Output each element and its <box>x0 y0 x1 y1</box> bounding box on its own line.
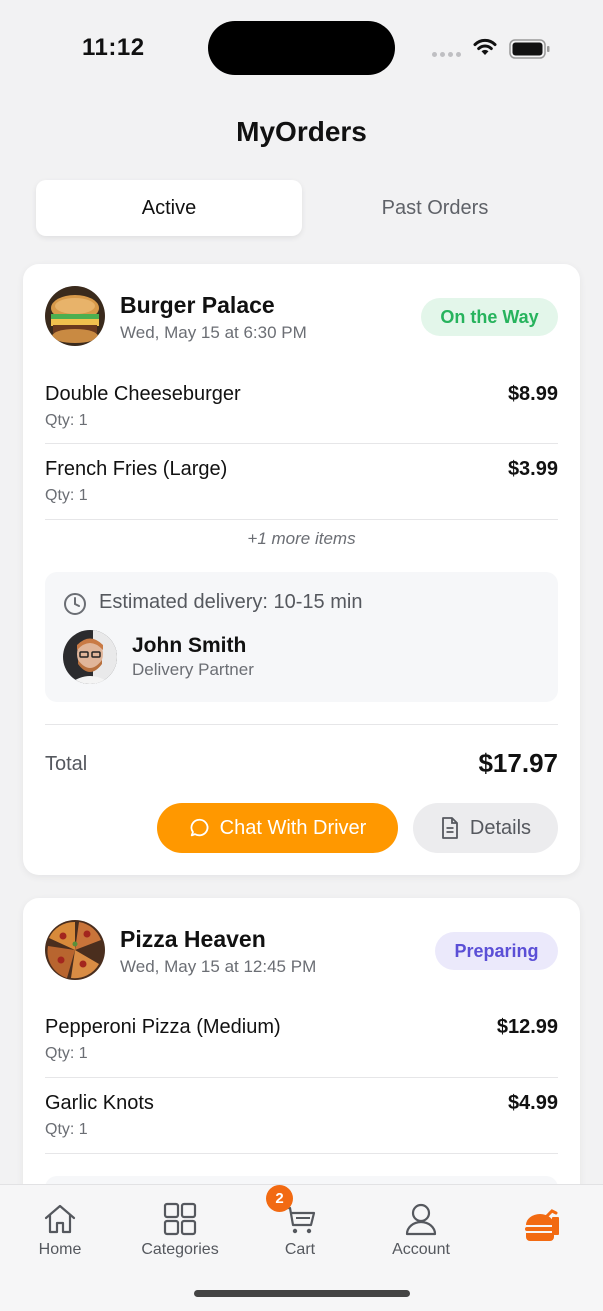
total-label: Total <box>45 753 88 775</box>
status-time: 11:12 <box>82 34 145 61</box>
tab-home[interactable]: Home <box>0 1201 120 1259</box>
signal-icon <box>432 52 461 57</box>
order-card[interactable]: Burger Palace Wed, May 15 at 6:30 PM On … <box>23 264 580 875</box>
driver-name: John Smith <box>132 634 247 657</box>
driver-avatar <box>63 630 117 684</box>
restaurant-avatar <box>45 920 105 980</box>
item-price: $12.99 <box>496 1016 558 1038</box>
tab-cart-label: Cart <box>284 1241 316 1258</box>
item-qty: Qty: 1 <box>45 1121 88 1138</box>
driver-role: Delivery Partner <box>132 660 254 679</box>
status-badge: Preparing <box>435 932 558 970</box>
status-bar: 11:12 <box>0 0 603 96</box>
burger-logo-icon <box>525 1209 559 1241</box>
tab-home-label: Home <box>38 1241 82 1258</box>
more-items-link[interactable]: +1 more items <box>23 529 580 549</box>
details-button-label: Details <box>469 816 532 839</box>
delivery-info: Estimated delivery: 10-15 min John Smith… <box>45 572 558 702</box>
cart-count-badge: 2 <box>266 1185 293 1212</box>
dynamic-island <box>208 21 395 75</box>
status-badge: On the Way <box>421 298 558 336</box>
item-name: Garlic Knots <box>45 1092 154 1114</box>
divider <box>45 1077 558 1078</box>
tab-past-orders[interactable]: Past Orders <box>302 180 568 236</box>
item-name: Pepperoni Pizza (Medium) <box>45 1016 281 1038</box>
order-date: Wed, May 15 at 6:30 PM <box>120 323 307 342</box>
tab-brand[interactable] <box>482 1207 602 1251</box>
item-price: $3.99 <box>507 458 558 480</box>
item-qty: Qty: 1 <box>45 487 88 504</box>
order-segment-control: Active Past Orders <box>36 180 568 236</box>
clock-icon <box>64 593 86 615</box>
restaurant-avatar <box>45 286 105 346</box>
item-price: $4.99 <box>507 1092 558 1114</box>
chat-icon <box>190 818 209 837</box>
divider <box>45 443 558 444</box>
tab-account[interactable]: Account <box>361 1201 481 1259</box>
tab-categories-label: Categories <box>141 1241 219 1258</box>
user-icon <box>405 1203 437 1236</box>
restaurant-name: Burger Palace <box>120 292 275 318</box>
item-price: $8.99 <box>507 383 558 405</box>
restaurant-name: Pizza Heaven <box>120 926 266 952</box>
tab-account-label: Account <box>392 1241 450 1258</box>
tab-active-orders[interactable]: Active <box>36 180 302 236</box>
order-card[interactable]: Pizza Heaven Wed, May 15 at 12:45 PM Pre… <box>23 898 580 1218</box>
battery-icon <box>509 39 550 59</box>
grid-icon <box>163 1202 197 1236</box>
eta-text: Estimated delivery: 10-15 min <box>99 591 363 613</box>
divider <box>45 1153 558 1154</box>
page-title: MyOrders <box>236 116 367 147</box>
chat-button-label: Chat With Driver <box>219 816 367 839</box>
home-icon <box>44 1204 76 1234</box>
total-value: $17.97 <box>478 748 558 778</box>
item-qty: Qty: 1 <box>45 412 88 429</box>
document-icon <box>442 817 458 839</box>
divider <box>45 724 558 725</box>
item-name: French Fries (Large) <box>45 458 228 480</box>
item-qty: Qty: 1 <box>45 1045 88 1062</box>
divider <box>45 519 558 520</box>
item-name: Double Cheeseburger <box>45 383 241 405</box>
order-date: Wed, May 15 at 12:45 PM <box>120 957 317 976</box>
home-indicator <box>194 1290 410 1297</box>
chat-with-driver-button[interactable]: Chat With Driver <box>157 803 398 853</box>
details-button[interactable]: Details <box>413 803 558 853</box>
tab-categories[interactable]: Categories <box>120 1201 240 1259</box>
wifi-icon <box>473 38 497 55</box>
tab-cart[interactable]: Cart <box>240 1201 360 1259</box>
